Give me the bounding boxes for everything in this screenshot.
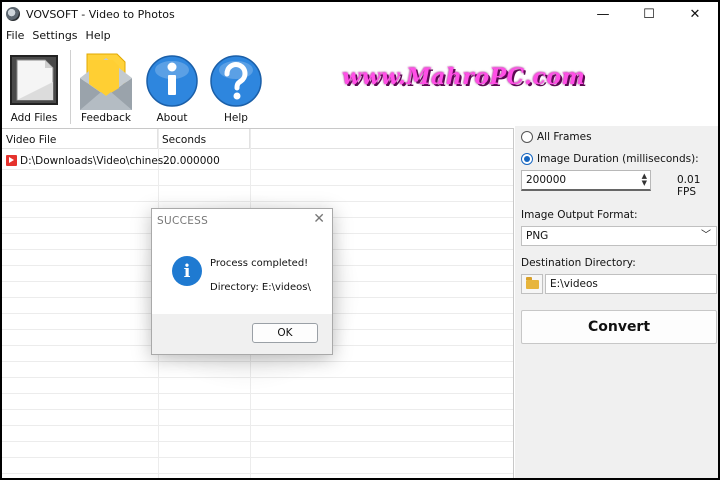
- all-frames-radio[interactable]: [521, 131, 533, 143]
- info-icon: i: [172, 256, 202, 286]
- menu-bar: File Settings Help: [2, 27, 115, 45]
- title-bar: VOVSOFT - Video to Photos — ☐ ✕: [2, 2, 718, 26]
- browse-folder-button[interactable]: [521, 274, 543, 294]
- column-header-seconds[interactable]: Seconds: [158, 129, 250, 149]
- dialog-directory: Directory: E:\videos\: [210, 282, 311, 293]
- dialog-title: SUCCESS: [157, 215, 209, 227]
- row-divider: [2, 425, 513, 426]
- row-divider: [2, 169, 513, 170]
- help-label: Help: [224, 112, 248, 124]
- toolbar-separator: [70, 50, 71, 124]
- row-divider: [2, 441, 513, 442]
- menu-settings[interactable]: Settings: [28, 27, 81, 45]
- folder-icon: [525, 276, 539, 289]
- question-icon: [210, 55, 262, 107]
- feedback-button[interactable]: Feedback: [74, 50, 138, 126]
- info-icon: [146, 55, 198, 107]
- minimize-button[interactable]: —: [580, 2, 626, 26]
- output-format-select[interactable]: PNG ﹀: [521, 226, 717, 246]
- add-files-label: Add Files: [10, 112, 58, 124]
- dialog-message: Process completed!: [210, 258, 309, 269]
- spinner-arrows-icon[interactable]: ▲ ▼: [642, 173, 647, 187]
- table-row[interactable]: D:\Downloads\Video\chines...: [6, 153, 173, 169]
- destination-label: Destination Directory:: [521, 257, 636, 269]
- duration-value: 200000: [526, 174, 567, 186]
- image-duration-radio[interactable]: [521, 153, 533, 165]
- add-files-icon: [10, 55, 58, 105]
- row-divider: [2, 473, 513, 474]
- list-header: Video File Seconds: [2, 129, 513, 149]
- help-button[interactable]: Help: [204, 50, 268, 126]
- settings-panel: All Frames Image Duration (milliseconds)…: [515, 126, 718, 478]
- convert-button[interactable]: Convert: [521, 310, 717, 344]
- feedback-label: Feedback: [80, 112, 131, 124]
- destination-input[interactable]: E:\videos: [545, 274, 717, 294]
- toolbar: Add Files Feedback About Help www.MahroP…: [2, 46, 718, 126]
- output-format-value: PNG: [526, 230, 549, 242]
- output-format-label: Image Output Format:: [521, 209, 638, 221]
- about-button[interactable]: About: [140, 50, 204, 126]
- column-header-video-file[interactable]: Video File: [2, 129, 158, 149]
- menu-help[interactable]: Help: [82, 27, 115, 45]
- duration-input[interactable]: 200000 ▲ ▼: [521, 170, 651, 191]
- close-button[interactable]: ✕: [672, 2, 718, 26]
- app-window: VOVSOFT - Video to Photos — ☐ ✕ File Set…: [2, 2, 718, 478]
- success-dialog: SUCCESS ✕ i Process completed! Directory…: [151, 208, 333, 355]
- app-logo-icon: [6, 7, 20, 21]
- row-divider: [2, 185, 513, 186]
- row-divider: [2, 393, 513, 394]
- video-file-path: D:\Downloads\Video\chines...: [20, 155, 174, 167]
- watermark-text: www.MahroPC.com: [342, 64, 586, 90]
- chevron-down-icon: ﹀: [701, 230, 711, 241]
- ok-button[interactable]: OK: [252, 323, 318, 343]
- envelope-icon: [80, 53, 132, 110]
- row-divider: [2, 409, 513, 410]
- dialog-footer: OK: [152, 314, 332, 354]
- add-files-button[interactable]: Add Files: [2, 50, 66, 126]
- fps-readout: 0.01 FPS: [677, 174, 701, 198]
- video-seconds: 20.000000: [163, 155, 220, 167]
- row-divider: [2, 457, 513, 458]
- about-label: About: [156, 112, 188, 124]
- dialog-close-icon[interactable]: ✕: [313, 211, 325, 227]
- image-duration-label: Image Duration (milliseconds):: [537, 153, 699, 165]
- window-title: VOVSOFT - Video to Photos: [26, 7, 175, 21]
- maximize-button[interactable]: ☐: [626, 2, 672, 26]
- video-file-icon: [6, 155, 17, 166]
- all-frames-label: All Frames: [537, 131, 592, 143]
- menu-file[interactable]: File: [2, 27, 28, 45]
